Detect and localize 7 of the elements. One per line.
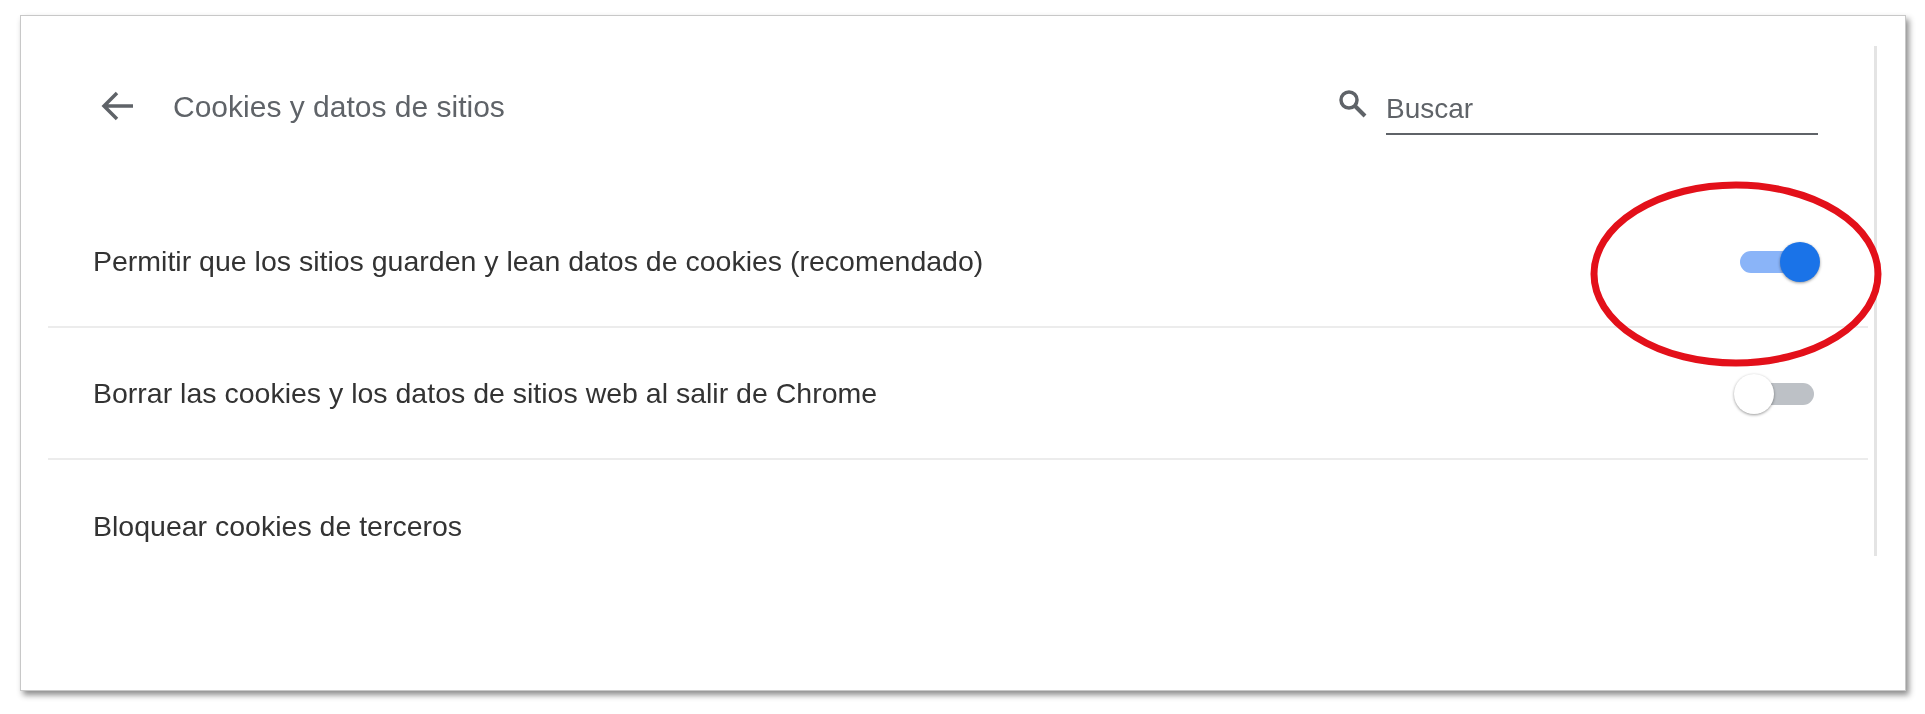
search-field[interactable]: Buscar: [1386, 77, 1818, 135]
setting-label: Bloquear cookies de terceros: [93, 508, 464, 544]
setting-label: Permitir que los sitios guarden y lean datos de cookies (recomendado): [93, 243, 985, 279]
setting-label: Borrar las cookies y los datos de sitios web al salir de Chrome: [93, 375, 879, 411]
search-icon: [1338, 89, 1368, 119]
page-title: Cookies y datos de sitios: [173, 88, 505, 125]
back-arrow-icon: [101, 91, 135, 121]
